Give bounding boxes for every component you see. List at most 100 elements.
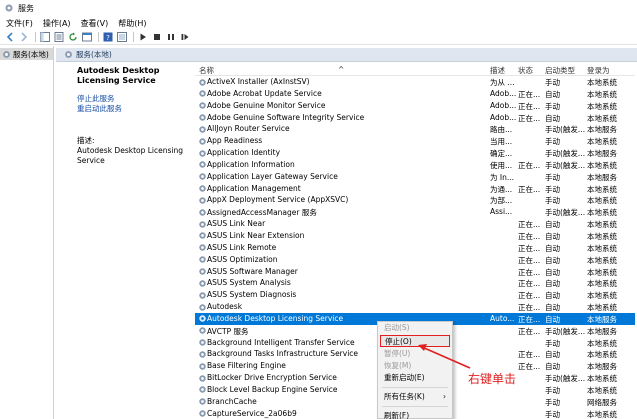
service-name: CaptureService_2a06b9	[207, 408, 297, 418]
service-gear-icon	[199, 291, 206, 299]
service-description: Assi...	[490, 207, 513, 217]
stop-service-button[interactable]	[151, 32, 162, 43]
forward-button[interactable]	[18, 32, 29, 43]
service-row[interactable]: Application Management 为通... 正在... 手动 本地系统	[195, 183, 635, 195]
service-log-on-as: 本地系统	[587, 184, 617, 194]
service-status: 正在...	[518, 220, 541, 230]
help-button[interactable]: ?	[102, 32, 113, 43]
service-name: App Readiness	[207, 136, 263, 146]
context-menu-stop[interactable]: 停止(O)	[380, 335, 450, 347]
service-row[interactable]: Adobe Acrobat Update Service Adob... 正在...…	[195, 88, 635, 100]
service-status: 正在...	[518, 326, 541, 336]
service-row[interactable]: AppX Deployment Service (AppXSVC) 为部... 手动…	[195, 194, 635, 206]
service-row[interactable]: ASUS Link Near Extension 正在... 自动 本地系统	[195, 230, 635, 242]
stop-service-link[interactable]: 停止此服务	[77, 94, 187, 104]
column-header-description[interactable]: 描述	[490, 65, 505, 76]
restart-service-link[interactable]: 重启动此服务	[77, 104, 187, 114]
export-list-button[interactable]	[81, 32, 92, 43]
service-row[interactable]: ASUS System Analysis 正在... 自动 本地系统	[195, 277, 635, 289]
service-gear-icon	[199, 315, 206, 323]
service-startup-type: 手动	[545, 196, 560, 206]
restart-service-button[interactable]	[179, 32, 190, 43]
service-startup-type: 手动(触发...	[545, 208, 586, 218]
service-startup-type: 手动	[545, 101, 560, 111]
service-startup-type: 自动	[545, 362, 560, 372]
toolbar-separator	[35, 32, 36, 42]
back-button[interactable]	[4, 32, 15, 43]
arrow-left-icon	[6, 32, 13, 42]
context-menu: 启动(S) 停止(O) 暂停(U) 恢复(M) 重新启动(E) 所有任务(K) …	[377, 321, 453, 419]
service-row[interactable]: Adobe Genuine Monitor Service Adob... 正在..…	[195, 100, 635, 112]
service-log-on-as: 本地服务	[587, 326, 617, 336]
properties-button[interactable]	[53, 32, 64, 43]
service-name: ASUS Link Near	[207, 219, 266, 229]
service-row[interactable]: ASUS Optimization 正在... 自动 本地系统	[195, 254, 635, 266]
service-description: Adob...	[490, 100, 517, 110]
show-tree-button[interactable]	[39, 32, 50, 43]
service-name: AVCTP 服务	[207, 326, 249, 336]
context-menu-restart[interactable]: 重新启动(E)	[378, 372, 452, 384]
service-log-on-as: 本地系统	[587, 267, 617, 277]
service-startup-type: 自动	[545, 303, 560, 313]
service-row[interactable]: Autodesk 正在... 自动 本地系统	[195, 301, 635, 313]
service-row[interactable]: Application Identity 确定... 手动(触发... 本地服务	[195, 147, 635, 159]
refresh-button[interactable]	[67, 32, 78, 43]
mmc-view-button[interactable]	[116, 32, 127, 43]
menu-help[interactable]: 帮助(H)	[118, 18, 146, 29]
menu-view[interactable]: 查看(V)	[81, 18, 109, 29]
service-name: ASUS System Diagnosis	[207, 290, 297, 300]
svg-text:?: ?	[106, 34, 110, 42]
service-gear-icon	[199, 161, 206, 169]
menu-file[interactable]: 文件(F)	[6, 18, 33, 29]
column-header-startup-type[interactable]: 启动类型	[545, 65, 575, 76]
service-log-on-as: 本地系统	[587, 374, 617, 384]
service-name: BitLocker Drive Encryption Service	[207, 373, 337, 383]
toolbar-separator	[98, 32, 99, 42]
service-log-on-as: 本地系统	[587, 231, 617, 241]
service-startup-type: 自动	[545, 231, 560, 241]
annotation-label: 右键单击	[468, 372, 517, 386]
context-menu-resume[interactable]: 恢复(M)	[378, 360, 452, 372]
service-log-on-as: 本地系统	[587, 385, 617, 395]
service-status: 正在...	[518, 184, 541, 194]
service-row[interactable]: AssignedAccessManager 服务 Assi... 手动(触发... 本…	[195, 206, 635, 218]
service-description: 为通...	[490, 184, 513, 194]
service-status: 正在...	[518, 314, 541, 324]
tree-item-services-local[interactable]: 服务(本地)	[0, 48, 53, 60]
service-status: 正在...	[518, 255, 541, 265]
service-status: 正在...	[518, 350, 541, 360]
context-menu-pause[interactable]: 暂停(U)	[378, 348, 452, 360]
service-name: Autodesk	[207, 302, 243, 312]
column-header-log-on-as[interactable]: 登录为	[587, 65, 610, 76]
menu-action[interactable]: 操作(A)	[43, 18, 71, 29]
service-row[interactable]: App Readiness 当用... 手动 本地系统	[195, 135, 635, 147]
panel-header-label: 服务(本地)	[76, 50, 112, 59]
context-menu-all-tasks[interactable]: 所有任务(K) ›	[378, 391, 452, 403]
start-service-button[interactable]	[137, 32, 148, 43]
service-row[interactable]: ASUS System Diagnosis 正在... 自动 本地系统	[195, 289, 635, 301]
service-log-on-as: 本地系统	[587, 78, 617, 87]
service-name: Adobe Acrobat Update Service	[207, 88, 322, 98]
context-menu-refresh[interactable]: 刷新(F)	[378, 410, 452, 419]
service-row[interactable]: ASUS Link Near 正在... 自动 本地系统	[195, 218, 635, 230]
service-row[interactable]: AllJoyn Router Service 路由... 手动(触发... 本地服务	[195, 123, 635, 135]
pause-service-button[interactable]	[165, 32, 176, 43]
service-status: 正在...	[518, 101, 541, 111]
service-name: Background Intelligent Transfer Service	[207, 337, 355, 347]
service-row[interactable]: Adobe Genuine Software Integrity Service…	[195, 112, 635, 124]
service-log-on-as: 本地系统	[587, 243, 617, 253]
service-row[interactable]: ASUS Software Manager 正在... 自动 本地系统	[195, 266, 635, 278]
service-row[interactable]: ASUS Link Remote 正在... 自动 本地系统	[195, 242, 635, 254]
service-row[interactable]: Application Information 使用... 正在... 手动(触发..…	[195, 159, 635, 171]
service-row[interactable]: ActiveX Installer (AxInstSV) 为从 ... 手动 本地系统	[195, 76, 635, 88]
service-gear-icon	[199, 137, 206, 145]
service-gear-icon	[199, 268, 206, 275]
column-header-name[interactable]: 名称	[199, 65, 214, 76]
context-menu-start[interactable]: 启动(S)	[378, 322, 452, 334]
description-text: Autodesk Desktop Licensing Service	[77, 146, 183, 165]
help-icon: ?	[103, 32, 112, 42]
service-row[interactable]: Application Layer Gateway Service 为 In...…	[195, 171, 635, 183]
service-startup-type: 自动	[545, 220, 560, 230]
column-header-status[interactable]: 状态	[518, 65, 533, 76]
tree-item-label: 服务(本地)	[13, 49, 49, 59]
